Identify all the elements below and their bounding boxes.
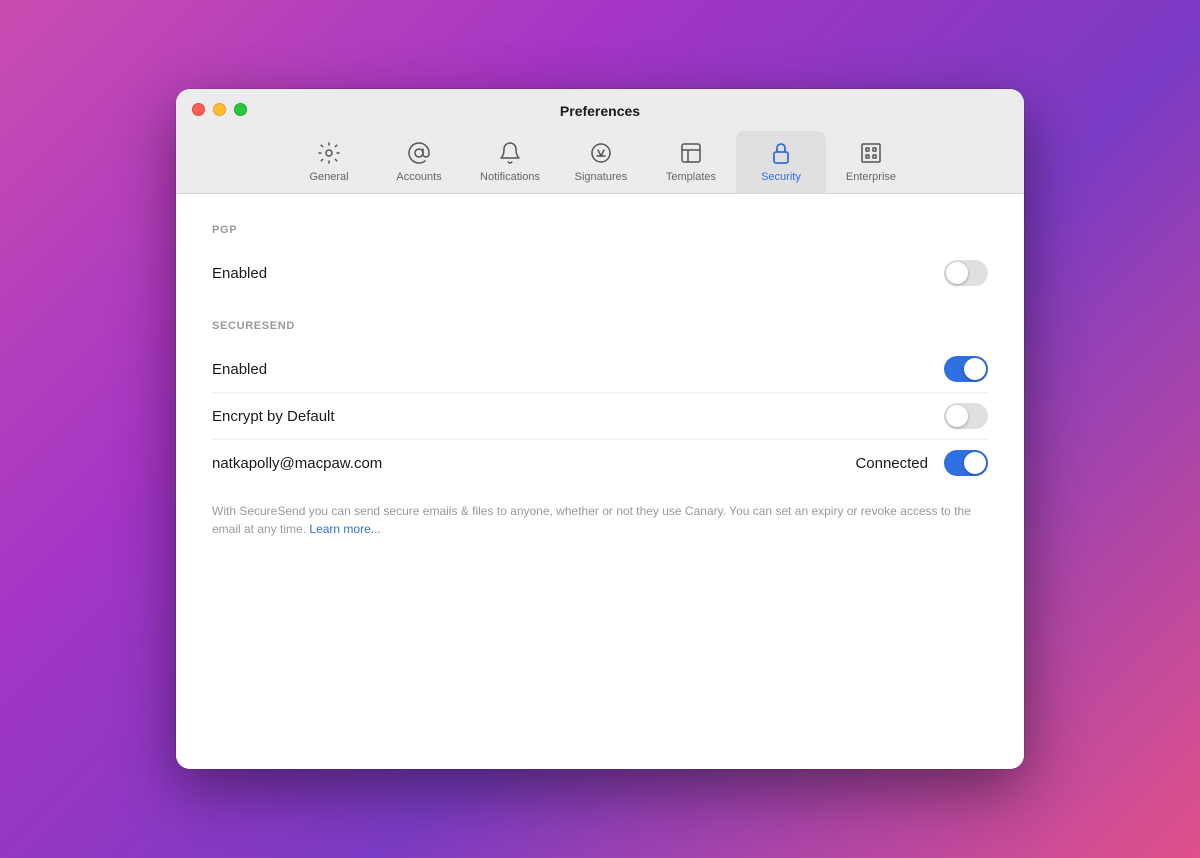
maximize-button[interactable] [234,103,247,116]
minimize-button[interactable] [213,103,226,116]
bell-icon [496,139,524,167]
close-button[interactable] [192,103,205,116]
connected-toggle-knob [964,452,986,474]
tab-templates[interactable]: Templates [646,131,736,193]
templates-icon [677,139,705,167]
lock-icon [767,139,795,167]
tab-templates-label: Templates [666,171,716,183]
encrypt-default-row: Encrypt by Default [212,393,988,440]
pgp-enabled-toggle[interactable] [944,260,988,286]
tab-notifications[interactable]: Notifications [464,131,556,193]
tab-enterprise-label: Enterprise [846,171,896,183]
signature-icon [587,139,615,167]
pgp-enabled-row: Enabled [212,250,988,296]
connected-toggle[interactable] [944,450,988,476]
securesend-description: With SecureSend you can send secure emai… [212,502,988,538]
connected-status-label: Connected [855,455,928,472]
window-title: Preferences [560,103,640,119]
tab-signatures[interactable]: Signatures [556,131,646,193]
securesend-section: SECURESEND Enabled Encrypt by Default na… [212,320,988,538]
learn-more-link[interactable]: Learn more... [309,522,380,536]
pgp-header: PGP [212,224,988,236]
content-area: PGP Enabled SECURESEND Enabled Encrypt b… [176,194,1024,769]
email-connected-row: natkapolly@macpaw.com Connected [212,440,988,486]
encrypt-toggle-knob [946,405,968,427]
encrypt-default-label: Encrypt by Default [212,408,335,425]
tab-accounts-label: Accounts [396,171,441,183]
securesend-enabled-toggle[interactable] [944,356,988,382]
at-icon [405,139,433,167]
traffic-lights [192,103,247,116]
tab-accounts[interactable]: Accounts [374,131,464,193]
titlebar: Preferences General [176,89,1024,194]
gear-icon [315,139,343,167]
tab-enterprise[interactable]: Enterprise [826,131,916,193]
pgp-toggle-knob [946,262,968,284]
tab-security-label: Security [761,171,801,183]
toolbar: General Accounts [284,131,916,193]
securesend-header: SECURESEND [212,320,988,332]
tab-notifications-label: Notifications [480,171,540,183]
enterprise-icon [857,139,885,167]
encrypt-default-toggle[interactable] [944,403,988,429]
section-gap-1 [212,296,988,320]
tab-security[interactable]: Security [736,131,826,193]
pgp-section: PGP Enabled [212,224,988,296]
pgp-enabled-label: Enabled [212,265,267,282]
tab-general-label: General [309,171,348,183]
tab-general[interactable]: General [284,131,374,193]
securesend-toggle-knob [964,358,986,380]
connected-right: Connected [855,450,988,476]
securesend-email: natkapolly@macpaw.com [212,455,382,472]
securesend-enabled-label: Enabled [212,361,267,378]
preferences-window: Preferences General [176,89,1024,769]
securesend-enabled-row: Enabled [212,346,988,393]
tab-signatures-label: Signatures [575,171,628,183]
